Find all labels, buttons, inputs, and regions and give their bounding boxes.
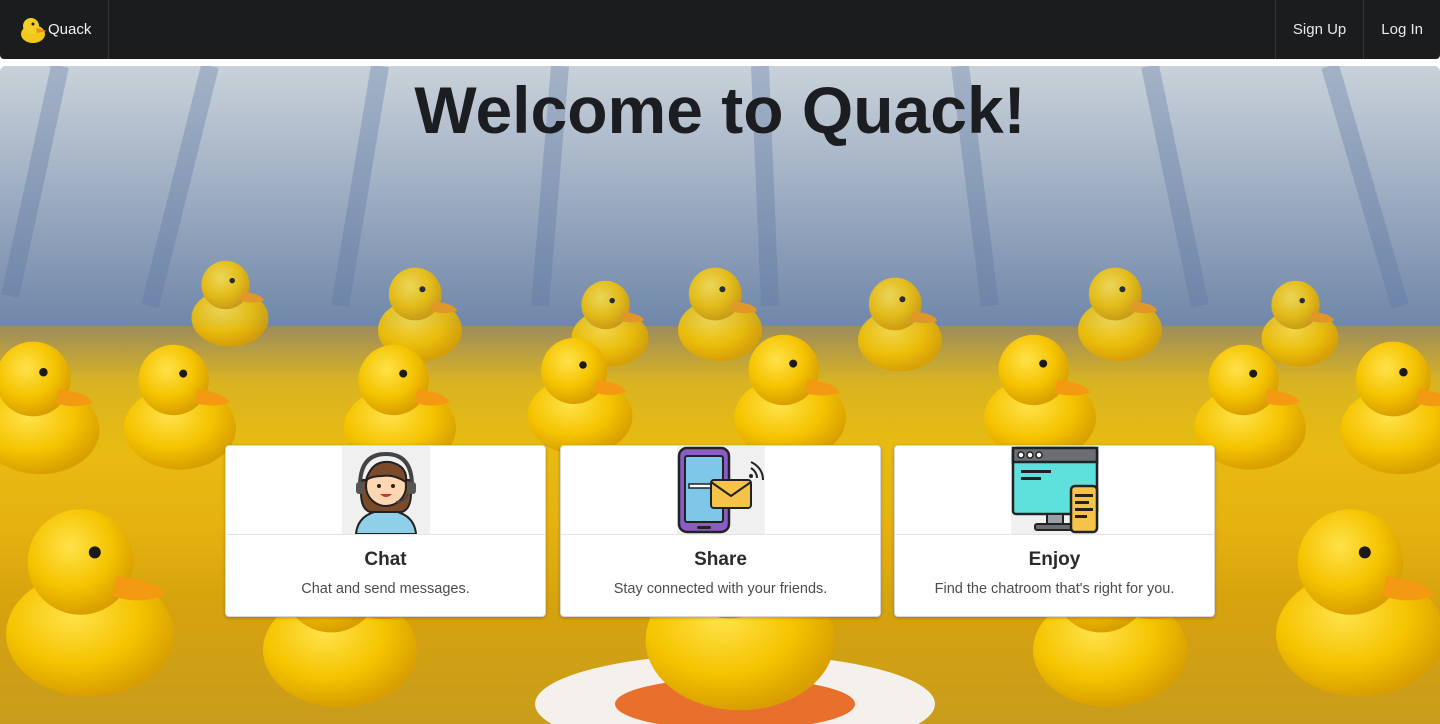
card-image-area [226, 446, 545, 535]
devices-icon [1010, 446, 1099, 534]
brand-label: Quack [48, 21, 92, 38]
card-title: Share [694, 549, 747, 570]
feature-card-share[interactable]: Share Stay connected with your friends. [560, 445, 881, 617]
sign-up-link[interactable]: Sign Up [1274, 0, 1363, 59]
support-agent-icon [341, 446, 430, 534]
card-title: Enjoy [1028, 549, 1081, 570]
card-description: Find the chatroom that's right for you. [934, 581, 1175, 597]
duck-logo-icon [21, 17, 47, 43]
hero-section: Welcome to Quack! Chat Chat and send mes… [0, 66, 1440, 724]
phone-message-icon [676, 446, 765, 534]
brand-link[interactable]: Quack [0, 0, 110, 59]
top-navbar: Quack Sign Up Log In [0, 0, 1440, 59]
card-image-area [561, 446, 880, 535]
card-description: Stay connected with your friends. [613, 581, 828, 597]
card-description: Chat and send messages. [301, 581, 470, 597]
navbar-spacer [109, 0, 1275, 59]
card-title: Chat [364, 549, 407, 570]
log-in-link[interactable]: Log In [1363, 0, 1440, 59]
page-title: Welcome to Quack! [414, 73, 1026, 147]
card-image-area [895, 446, 1214, 535]
rubber-ducks-background-image [0, 66, 1440, 724]
feature-card-enjoy[interactable]: Enjoy Find the chatroom that's right for… [894, 445, 1215, 617]
feature-card-chat[interactable]: Chat Chat and send messages. [225, 445, 546, 617]
